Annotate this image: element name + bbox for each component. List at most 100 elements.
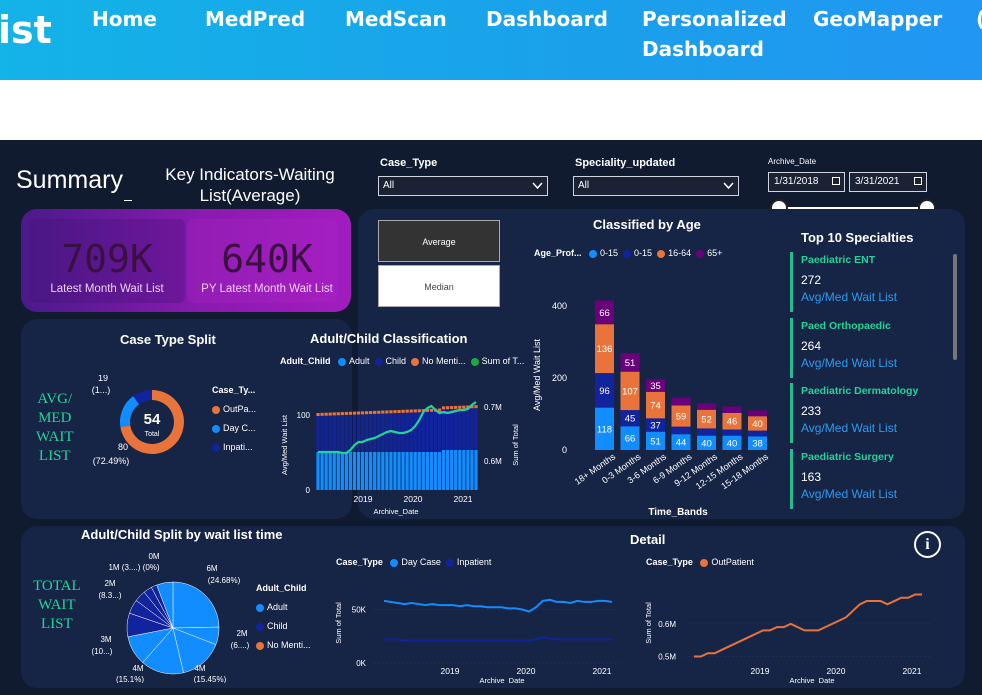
no-mention-bar[interactable] [454, 405, 458, 409]
nav-medpred[interactable]: MedPred [205, 4, 305, 34]
adult-bar[interactable] [324, 452, 328, 490]
adult-bar[interactable] [454, 450, 458, 490]
no-mention-bar[interactable] [413, 409, 417, 413]
no-mention-bar[interactable] [328, 412, 332, 416]
specialty-link[interactable]: Avg/Med Wait List [801, 290, 897, 304]
adult-bar[interactable] [466, 450, 470, 490]
adult-bar[interactable] [393, 452, 397, 490]
child-bar[interactable] [462, 408, 466, 450]
no-mention-bar[interactable] [450, 406, 454, 410]
nav-medscan[interactable]: MedScan [345, 4, 447, 34]
split-legend-item[interactable]: No Menti... [256, 636, 311, 655]
specialty-item[interactable]: Paediatric Surgery 163 Avg/Med Wait List [790, 448, 940, 509]
nav-personalized-dashboard[interactable]: Personalized Dashboard [642, 4, 787, 64]
age-bar-segment[interactable] [748, 430, 767, 437]
no-mention-bar[interactable] [340, 412, 344, 416]
no-mention-bar[interactable] [320, 412, 324, 416]
adult-bar[interactable] [474, 450, 478, 490]
no-mention-bar[interactable] [348, 411, 353, 415]
nav-dashboard[interactable]: Dashboard [486, 4, 608, 34]
date-from-input[interactable]: 1/31/2018 [768, 172, 845, 192]
child-bar[interactable] [332, 415, 336, 452]
speciality-dropdown[interactable]: All [573, 176, 739, 196]
date-to-input[interactable]: 3/31/2021 [849, 172, 927, 192]
no-mention-bar[interactable] [441, 406, 446, 410]
no-mention-bar[interactable] [332, 412, 336, 416]
child-bar[interactable] [324, 415, 328, 452]
no-mention-bar[interactable] [429, 408, 434, 412]
no-mention-bar[interactable] [409, 409, 413, 413]
no-mention-bar[interactable] [393, 410, 397, 414]
child-bar[interactable] [433, 411, 438, 452]
adult-bar[interactable] [348, 452, 353, 490]
adult-bar[interactable] [433, 452, 438, 490]
nav-home[interactable]: Home [92, 4, 157, 34]
adult-bar[interactable] [401, 452, 405, 490]
adult-bar[interactable] [462, 450, 466, 490]
child-bar[interactable] [425, 411, 429, 452]
adult-bar[interactable] [425, 452, 429, 490]
no-mention-bar[interactable] [389, 410, 393, 414]
adult-legend-item[interactable]: No Menti... [411, 356, 466, 366]
info-icon[interactable]: i [914, 531, 941, 558]
adult-bar[interactable] [320, 452, 324, 490]
split-legend-item[interactable]: Adult [256, 598, 311, 617]
child-bar[interactable] [344, 414, 348, 452]
adult-bar[interactable] [405, 452, 409, 490]
detail1-legend-item[interactable]: Inpatient [445, 557, 491, 567]
age-bar-segment[interactable] [722, 406, 742, 413]
nav-geomapper[interactable]: GeoMapper [813, 4, 942, 34]
child-bar[interactable] [413, 412, 417, 452]
specialty-item[interactable]: Paediatric ENT 272 Avg/Med Wait List [790, 252, 940, 312]
no-mention-bar[interactable] [446, 406, 450, 410]
age-legend-item[interactable]: 0-15 [589, 248, 618, 258]
adult-bar[interactable] [421, 452, 425, 490]
specialty-item[interactable]: Paediatric Dermatology 233 Avg/Med Wait Li… [790, 383, 940, 443]
specialty-link[interactable]: Avg/Med Wait List [801, 421, 897, 435]
no-mention-bar[interactable] [385, 410, 389, 414]
child-bar[interactable] [470, 408, 474, 450]
case-legend-item[interactable]: OutPa... [212, 400, 256, 419]
adult-legend-item[interactable]: Sum of T... [470, 356, 524, 366]
adult-bar[interactable] [336, 452, 340, 490]
child-bar[interactable] [377, 413, 381, 452]
adult-bar[interactable] [441, 450, 446, 490]
split-legend-item[interactable]: Child [256, 617, 311, 636]
adult-bar[interactable] [446, 450, 450, 490]
no-mention-bar[interactable] [462, 405, 466, 409]
adult-bar[interactable] [365, 452, 369, 490]
adult-bar[interactable] [316, 452, 320, 490]
adult-bar[interactable] [437, 452, 442, 490]
child-bar[interactable] [369, 414, 373, 452]
adult-bar[interactable] [340, 452, 344, 490]
no-mention-bar[interactable] [417, 409, 421, 413]
median-toggle-button[interactable]: Median [378, 265, 500, 307]
child-bar[interactable] [437, 411, 442, 453]
adult-bar[interactable] [369, 452, 373, 490]
adult-bar[interactable] [470, 450, 474, 490]
adult-bar[interactable] [389, 452, 393, 490]
no-mention-bar[interactable] [356, 411, 361, 415]
age-bar-segment[interactable] [697, 428, 716, 436]
case-type-dropdown[interactable]: All [378, 176, 548, 196]
specialty-item[interactable]: Paed Orthopaedic 264 Avg/Med Wait List [790, 317, 940, 378]
specialties-scrollbar[interactable] [953, 254, 957, 360]
detail1-series-line[interactable] [383, 598, 613, 613]
pie-slice[interactable] [172, 581, 220, 629]
no-mention-bar[interactable] [360, 411, 365, 415]
no-mention-bar[interactable] [365, 411, 369, 415]
no-mention-bar[interactable] [377, 410, 381, 414]
detail1-legend-item[interactable]: Day Case [390, 557, 441, 567]
no-mention-bar[interactable] [352, 411, 357, 415]
no-mention-bar[interactable] [373, 410, 377, 414]
child-bar[interactable] [466, 408, 470, 450]
no-mention-bar[interactable] [316, 413, 320, 416]
adult-bar[interactable] [429, 452, 434, 490]
adult-bar[interactable] [381, 452, 385, 490]
child-bar[interactable] [348, 414, 353, 452]
no-mention-bar[interactable] [324, 412, 328, 416]
adult-legend-item[interactable]: Adult [338, 356, 370, 366]
age-bar-segment[interactable] [748, 410, 767, 417]
child-bar[interactable] [454, 408, 458, 450]
adult-bar[interactable] [373, 452, 377, 490]
